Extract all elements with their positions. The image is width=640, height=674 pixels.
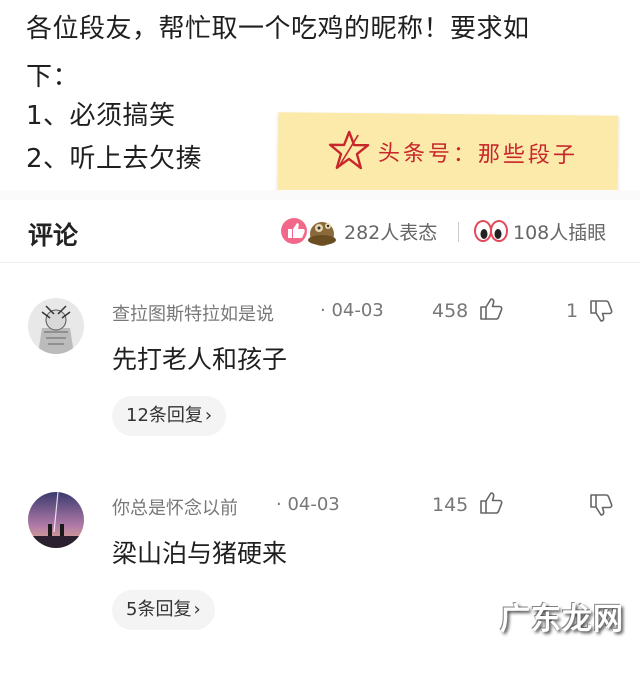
reaction-count[interactable]: 282人表态 bbox=[344, 218, 437, 245]
replies-label: 12条回复 bbox=[126, 405, 203, 426]
comment-text: 先打老人和孩子 bbox=[112, 345, 288, 374]
user-name[interactable]: 你总是怀念以前 bbox=[112, 494, 238, 520]
user-name[interactable]: 查拉图斯特拉如是说 bbox=[112, 300, 274, 326]
watermark: 广东龙网 bbox=[500, 602, 624, 637]
thumbs-down-icon[interactable] bbox=[588, 492, 614, 518]
thumbs-up-icon[interactable] bbox=[478, 490, 504, 516]
replies-button[interactable]: 12条回复 › bbox=[112, 396, 227, 436]
post-line-3: 1、必须搞笑 bbox=[26, 101, 176, 131]
section-divider bbox=[0, 190, 640, 200]
comments-title: 评论 bbox=[28, 221, 79, 250]
thumbs-down-icon[interactable] bbox=[588, 298, 614, 324]
post-body: 各位段友，帮忙取一个吃鸡的昵称！要求如 下： 1、必须搞笑 2、听上去欠揍 头条… bbox=[0, 0, 640, 194]
post-line-4: 2、听上去欠揍 bbox=[26, 144, 203, 174]
post-line-2: 下： bbox=[26, 62, 80, 92]
comment-text: 梁山泊与猪硬来 bbox=[112, 539, 288, 568]
like-count: 145 bbox=[432, 494, 469, 516]
comments-header: 评论 282人表态 108人插眼 bbox=[0, 200, 640, 263]
dislike-count: 1 bbox=[566, 300, 579, 322]
thumbs-up-icon[interactable] bbox=[478, 296, 504, 322]
sticky-note-image: 头条号：那些段子 bbox=[277, 112, 619, 194]
comment-date: · 04-03 bbox=[276, 494, 340, 515]
eye-count[interactable]: 108人插眼 bbox=[513, 218, 606, 245]
comment-date: · 04-03 bbox=[320, 300, 384, 321]
eyes-icon[interactable] bbox=[474, 218, 508, 244]
sticky-note-text: 头条号：那些段子 bbox=[377, 141, 579, 169]
like-count: 458 bbox=[432, 300, 469, 322]
chevron-right-icon: › bbox=[204, 405, 213, 426]
star-icon bbox=[328, 130, 370, 170]
post-line-1: 各位段友，帮忙取一个吃鸡的昵称！要求如 bbox=[26, 14, 530, 44]
replies-label: 5条回复 bbox=[126, 599, 192, 620]
chevron-right-icon: › bbox=[193, 599, 201, 620]
comment-item: 你总是怀念以前 · 04-03 145 梁山泊与猪硬来 5条回复 › bbox=[0, 474, 640, 674]
avatar[interactable] bbox=[28, 492, 84, 548]
comment-item: 查拉图斯特拉如是说 · 04-03 458 1 先打老人和孩子 12条回复 › bbox=[0, 280, 640, 480]
replies-button[interactable]: 5条回复 › bbox=[112, 590, 215, 630]
reaction-emoji-icons[interactable] bbox=[278, 214, 342, 248]
header-divider bbox=[458, 222, 459, 242]
avatar[interactable] bbox=[28, 298, 84, 354]
